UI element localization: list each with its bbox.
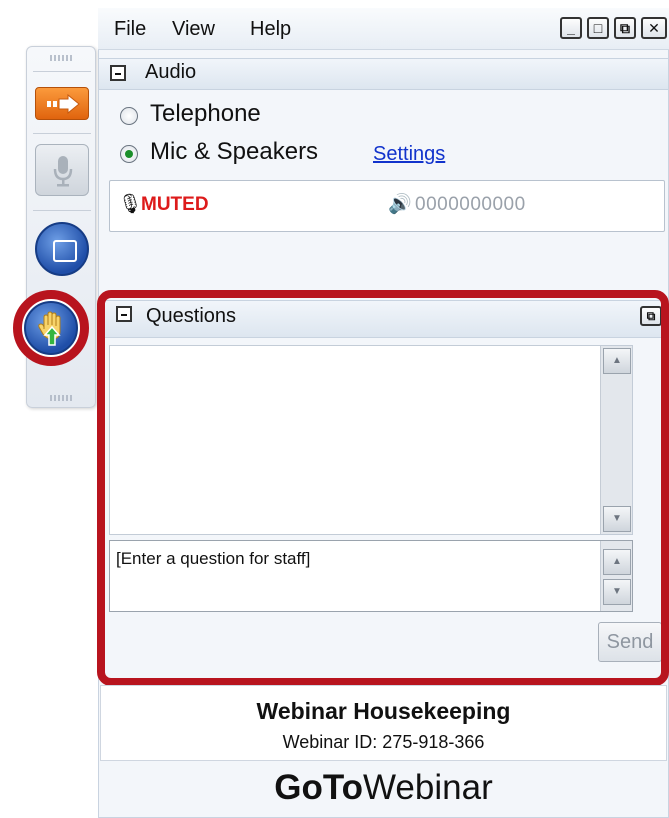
collapse-audio-icon[interactable]	[110, 65, 126, 81]
telephone-radio[interactable]	[120, 107, 138, 125]
show-hide-panel-button[interactable]	[35, 87, 89, 120]
audio-settings-link[interactable]: Settings	[373, 143, 445, 166]
gotowebinar-logo: GoToWebinar	[100, 768, 667, 808]
webinar-id: Webinar ID: 275-918-366	[282, 732, 485, 752]
brand-bold: GoTo	[274, 768, 364, 807]
control-strip	[13, 46, 96, 408]
pop-out-button[interactable]: ⧉	[614, 17, 636, 39]
maximize-icon: □	[593, 20, 603, 36]
strip-divider	[33, 133, 91, 134]
webinar-info: Webinar Housekeeping Webinar ID: 275-918…	[100, 685, 667, 761]
close-button[interactable]: ✕	[641, 17, 667, 39]
strip-divider	[33, 210, 91, 211]
microphone-icon: 🎙	[118, 194, 143, 215]
pop-out-icon: ⧉	[620, 20, 630, 36]
drag-grip-bottom[interactable]	[50, 395, 74, 401]
minimize-button[interactable]: _	[560, 17, 582, 39]
screen-icon	[53, 240, 77, 262]
questions-highlight-outline	[97, 290, 669, 686]
mic-speakers-label[interactable]: Mic & Speakers	[150, 138, 318, 166]
maximize-button[interactable]: □	[587, 17, 609, 39]
microphone-icon	[53, 156, 73, 187]
raise-hand-icon	[38, 311, 61, 346]
webinar-title: Webinar Housekeeping	[256, 698, 511, 724]
menu-file[interactable]: File	[114, 18, 146, 41]
close-icon: ✕	[648, 20, 660, 36]
menu-help[interactable]: Help	[250, 18, 291, 41]
minimize-icon: _	[567, 20, 575, 36]
brand-regular: Webinar	[363, 768, 493, 807]
mic-speakers-radio[interactable]	[120, 145, 138, 163]
menu-view[interactable]: View	[172, 18, 215, 41]
telephone-label[interactable]: Telephone	[150, 100, 261, 128]
speaker-icon: 🔊	[388, 194, 412, 215]
speaker-level-indicator: 0000000000	[415, 194, 526, 215]
mute-microphone-button[interactable]	[35, 144, 89, 196]
screen-share-button[interactable]	[35, 222, 89, 276]
audio-section-title: Audio	[145, 61, 197, 83]
arrow-right-icon	[47, 94, 80, 114]
drag-grip-top[interactable]	[50, 55, 74, 61]
strip-divider	[33, 71, 91, 72]
raise-hand-button[interactable]	[24, 301, 78, 355]
mic-status: MUTED	[141, 194, 209, 215]
